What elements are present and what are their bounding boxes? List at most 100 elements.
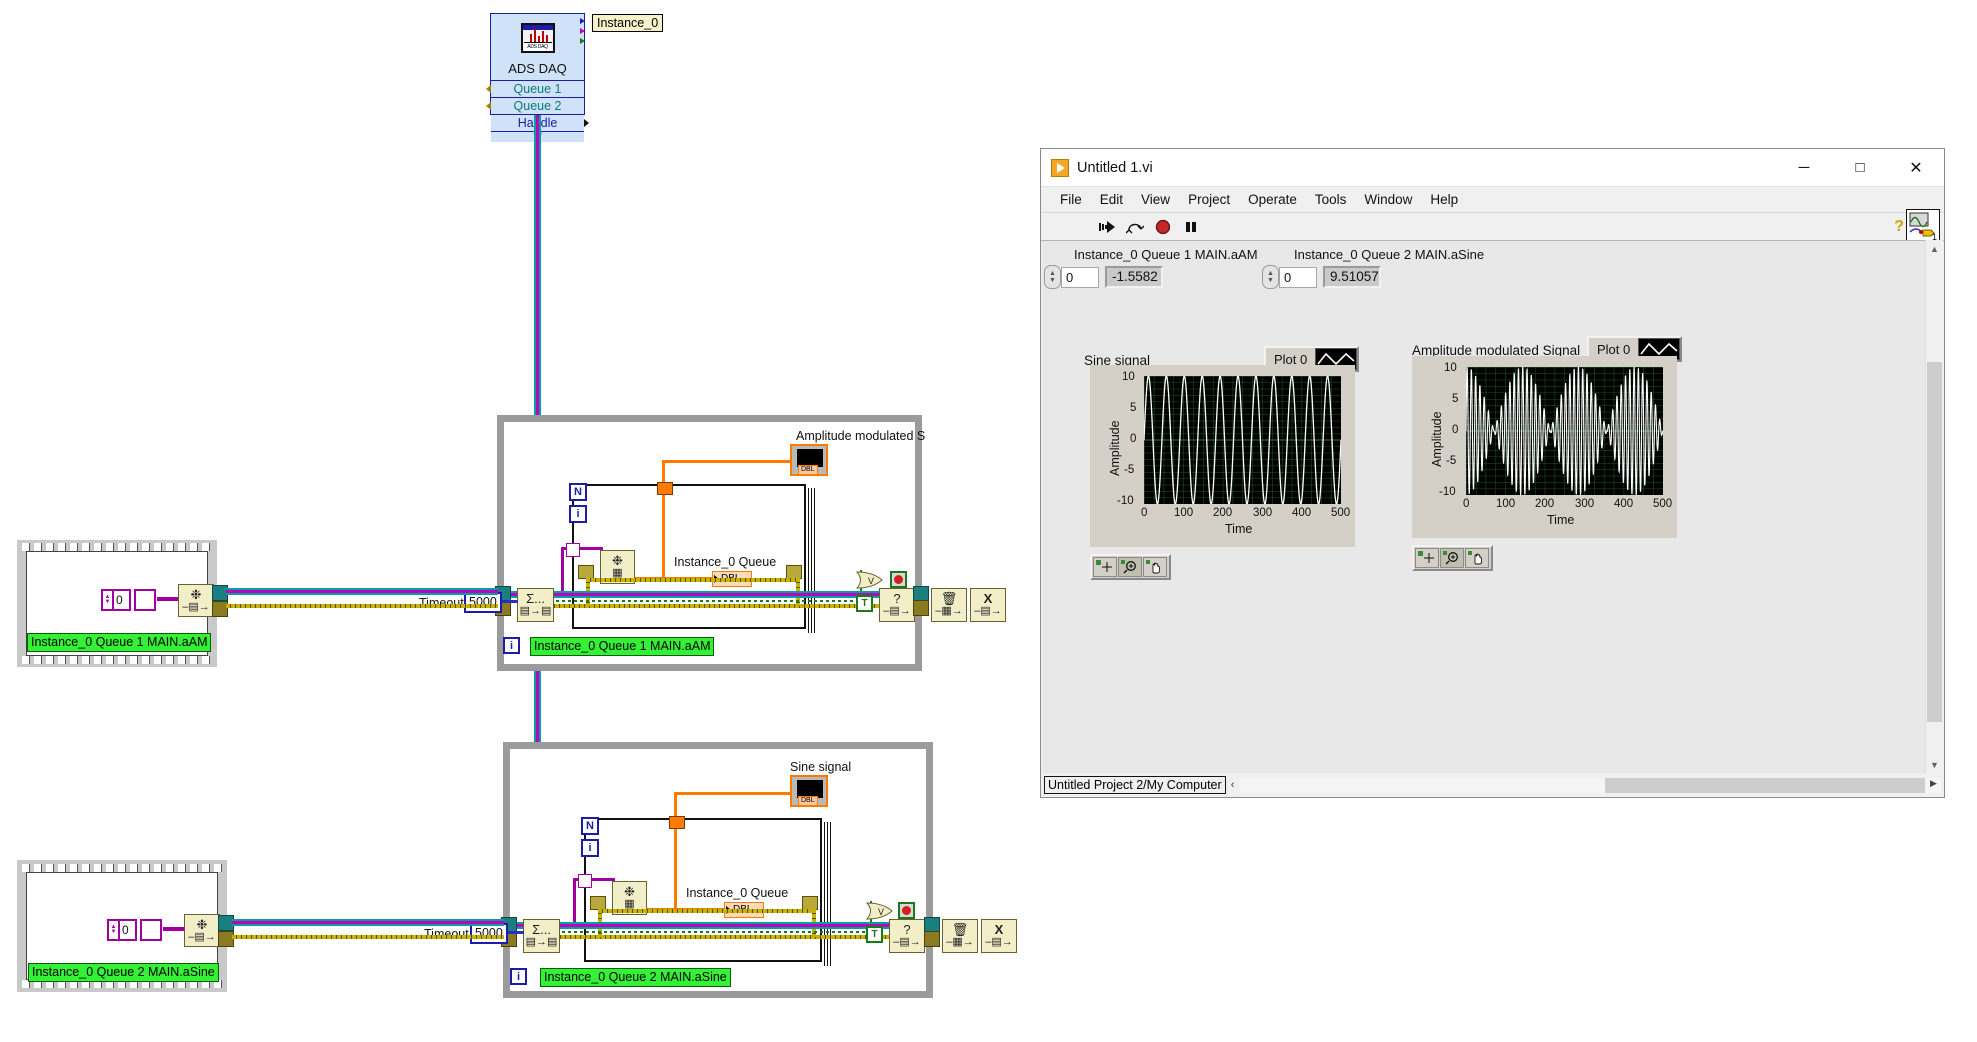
sine-true-constant[interactable]: T <box>866 926 883 943</box>
run-arrow-icon[interactable] <box>1095 216 1119 238</box>
readout-2-index-value[interactable]: 0 <box>1279 266 1317 288</box>
scroll-right-arrow-icon[interactable]: ▶ <box>1926 778 1941 793</box>
am-array-tunnel[interactable] <box>566 543 580 557</box>
frame-aam-error-wire-out[interactable] <box>226 604 498 608</box>
frame-aam-index-wire[interactable] <box>157 597 179 601</box>
pause-icon[interactable] <box>1179 216 1203 238</box>
menu-item-help[interactable]: Help <box>1421 190 1467 209</box>
sine-obtain-queue-node[interactable]: Σ... ▤→▤ <box>523 919 560 953</box>
vi-connector-pane-icon[interactable]: 1 <box>1906 209 1940 243</box>
frame-aam-index-extra[interactable] <box>133 589 156 611</box>
sine-error-terminal-right[interactable] <box>924 931 940 947</box>
sine-graph-zoom-tool-icon[interactable] <box>1118 557 1142 577</box>
menu-item-tools[interactable]: Tools <box>1306 190 1356 209</box>
readout-1[interactable]: ▲ ▼ 0 -1.5582 <box>1044 265 1163 289</box>
frame-aam-cluster-wire-out[interactable] <box>226 588 498 595</box>
frame-asine-obtain-queue-node[interactable]: ❉ –▤→ <box>184 914 220 947</box>
menu-item-view[interactable]: View <box>1132 190 1179 209</box>
abort-execution-icon[interactable] <box>1151 216 1175 238</box>
frame-asine-timeout-wire[interactable] <box>508 931 524 934</box>
sine-array-tunnel[interactable] <box>578 874 592 888</box>
menu-item-window[interactable]: Window <box>1355 190 1421 209</box>
readout-2[interactable]: ▲ ▼ 0 9.51057 <box>1262 265 1381 289</box>
am-release-queue-node[interactable]: 🗑 –▦→ <box>931 588 967 622</box>
ads-daq-output-queue-1[interactable]: Queue 1 <box>486 80 584 97</box>
frame-aam-index-spinner[interactable]: ▲ ▼ <box>101 589 114 611</box>
front-panel-vertical-scrollbar[interactable]: ▲ ▼ <box>1925 240 1943 773</box>
sine-graph-terminal[interactable]: DBL <box>790 775 828 807</box>
am-signal-wire-horizontal-top[interactable] <box>662 460 792 463</box>
am-dequeue-node[interactable]: ? –▤→ <box>879 588 915 622</box>
window-title-bar[interactable]: Untitled 1.vi ─ □ ✕ <box>1041 149 1944 187</box>
for-loop-sine-iteration-terminal[interactable]: i <box>581 839 599 857</box>
am-obtain-queue-node[interactable]: Σ... ▤→▤ <box>517 588 554 622</box>
block-diagram-canvas[interactable]: ADS DAQ ADS DAQ Queue 1 Queue 2 Handle I… <box>0 0 1030 1042</box>
frame-asine-index-control[interactable]: ▲ ▼ 0 <box>107 919 162 941</box>
for-loop-am-iteration-terminal[interactable]: i <box>569 505 587 523</box>
sine-timeout-value[interactable]: 5000 <box>470 923 508 944</box>
handle-wire-vertical-lower[interactable] <box>534 670 541 742</box>
am-autoindex-tunnel-top[interactable] <box>657 482 673 495</box>
readout-2-index-spinner[interactable]: ▲ ▼ <box>1262 265 1279 289</box>
sine-dequeue-node[interactable]: ? –▤→ <box>889 919 925 953</box>
ads-daq-output-queue-2[interactable]: Queue 2 <box>486 97 584 114</box>
am-graph-tool-palette[interactable] <box>1412 545 1493 571</box>
am-true-constant[interactable]: T <box>856 595 873 612</box>
frame-asine-index-spinner[interactable]: ▲ ▼ <box>107 919 120 941</box>
front-panel-horizontal-scrollbar[interactable]: ▶ <box>1240 777 1941 793</box>
handle-wire-vertical[interactable] <box>534 115 541 418</box>
menu-item-project[interactable]: Project <box>1179 190 1239 209</box>
for-loop-am-count-terminal[interactable]: N <box>569 483 587 501</box>
am-array-wire-1[interactable] <box>561 547 564 597</box>
am-graph-plot-area[interactable] <box>1465 366 1664 497</box>
ads-daq-node[interactable]: ADS DAQ ADS DAQ Queue 1 Queue 2 Handle <box>486 13 589 142</box>
frame-asine-index-wire[interactable] <box>163 927 185 931</box>
am-shift-register-left[interactable] <box>578 565 594 579</box>
front-panel-canvas[interactable]: Instance_0 Queue 1 MAIN.aAM ▲ ▼ 0 -1.5582… <box>1042 240 1926 773</box>
sine-graph-cursor-tool-icon[interactable] <box>1093 557 1117 577</box>
am-timeout-value[interactable]: 5000 <box>464 592 502 613</box>
for-loop-sine-count-terminal[interactable]: N <box>581 817 599 835</box>
run-continuously-icon[interactable] <box>1123 216 1147 238</box>
horizontal-scrollbar-track[interactable] <box>1604 777 1925 793</box>
scroll-up-arrow-icon[interactable]: ▲ <box>1926 240 1943 257</box>
frame-asine-error-wire-out[interactable] <box>232 935 504 939</box>
sine-signal-wire-vertical[interactable] <box>674 792 677 910</box>
sine-error-wire-inner[interactable] <box>598 909 812 913</box>
am-loop-iteration-terminal[interactable]: i <box>503 637 520 654</box>
horizontal-scrollbar-thumb[interactable] <box>1240 777 1605 793</box>
frame-aam-timeout-wire[interactable] <box>502 600 518 603</box>
frame-asine-index-extra[interactable] <box>139 919 162 941</box>
am-stop-button-terminal[interactable] <box>890 571 907 588</box>
sine-destroy-queue-node[interactable]: X –▤→ <box>981 919 1017 953</box>
sine-graph-tool-palette[interactable] <box>1090 554 1171 580</box>
sine-signal-wire-horizontal-top[interactable] <box>674 792 792 795</box>
menu-bar[interactable]: File Edit View Project Operate Tools Win… <box>1041 187 1944 212</box>
am-shift-register-right[interactable] <box>786 565 802 579</box>
sine-boolean-wire[interactable] <box>526 931 870 933</box>
close-button[interactable]: ✕ <box>1888 150 1944 186</box>
am-boolean-wire[interactable] <box>520 600 860 602</box>
frame-aam-index-control[interactable]: ▲ ▼ 0 <box>101 589 156 611</box>
am-graph-zoom-tool-icon[interactable] <box>1440 548 1464 568</box>
sine-shift-register-right[interactable] <box>802 896 818 910</box>
frame-asine-error-terminal[interactable] <box>218 931 234 947</box>
maximize-button[interactable]: □ <box>1832 150 1888 186</box>
front-panel-window[interactable]: Untitled 1.vi ─ □ ✕ File Edit View Proje… <box>1040 148 1945 798</box>
sine-graph-pan-tool-icon[interactable] <box>1143 557 1167 577</box>
am-graph-pan-tool-icon[interactable] <box>1465 548 1489 568</box>
scroll-down-arrow-icon[interactable]: ▼ <box>1926 756 1943 773</box>
am-destroy-queue-node[interactable]: X –▤→ <box>970 588 1006 622</box>
status-bar-target[interactable]: Untitled Project 2/My Computer <box>1044 776 1226 794</box>
vi-toolbar[interactable]: ? 1 <box>1041 209 1944 243</box>
sine-shift-register-left[interactable] <box>590 896 606 910</box>
sine-loop-iteration-terminal[interactable]: i <box>510 968 527 985</box>
sine-release-queue-node[interactable]: 🗑 –▦→ <box>942 919 978 953</box>
am-or-gate[interactable]: V <box>855 571 885 589</box>
sine-array-wire-1[interactable] <box>573 878 576 928</box>
am-error-wire-inner[interactable] <box>586 578 796 582</box>
am-graph-cursor-tool-icon[interactable] <box>1415 548 1439 568</box>
frame-asine-cluster-wire-out[interactable] <box>232 919 504 926</box>
frame-aam-index-value[interactable]: 0 <box>114 589 131 611</box>
readout-1-index-spinner[interactable]: ▲ ▼ <box>1044 265 1061 289</box>
